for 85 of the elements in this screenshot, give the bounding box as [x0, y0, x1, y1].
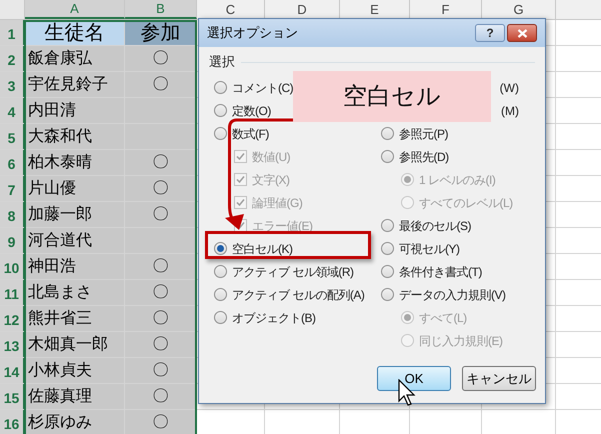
option-label[interactable]: 可視セル(Y): [399, 240, 460, 258]
row-header[interactable]: 10: [0, 254, 25, 279]
table-cell: 熊井省三: [25, 306, 125, 331]
row-header[interactable]: 1: [0, 20, 25, 45]
option-label[interactable]: 条件付き書式(T): [399, 262, 482, 280]
table-cell: 〇: [125, 280, 197, 305]
radio-button[interactable]: [381, 150, 394, 163]
row-header[interactable]: 4: [0, 98, 25, 123]
table-cell: 〇: [125, 410, 197, 434]
ok-button[interactable]: OK: [377, 366, 451, 391]
column-header[interactable]: B: [125, 0, 197, 19]
table-cell: 内田清: [25, 98, 125, 123]
option-label[interactable]: オブジェクト(B): [232, 308, 316, 326]
check-icon: [236, 152, 245, 161]
option-label[interactable]: 参照元(P): [399, 124, 448, 142]
row-header[interactable]: 8: [0, 202, 25, 227]
option-label[interactable]: 最後のセル(S): [399, 216, 471, 234]
row-header[interactable]: 12: [0, 306, 25, 331]
table-cell: 杉原ゆみ: [25, 410, 125, 434]
table-cell: 〇: [125, 254, 197, 279]
table-cell: 小林貞夫: [25, 358, 125, 383]
row-header[interactable]: 11: [0, 280, 25, 305]
row-header[interactable]: 13: [0, 332, 25, 357]
option-label[interactable]: アクティブ セル領域(R): [232, 262, 354, 280]
help-button[interactable]: ?: [475, 24, 505, 42]
radio-button[interactable]: [214, 242, 227, 255]
radio-button[interactable]: [381, 219, 394, 232]
radio-button[interactable]: [381, 242, 394, 255]
table-cell: 飯倉康弘: [25, 46, 125, 71]
table-cell: 〇: [125, 384, 197, 409]
radio-button[interactable]: [214, 288, 227, 301]
option-label[interactable]: 空白セル(K): [232, 240, 292, 258]
table-cell: 大森和代: [25, 124, 125, 149]
option-label[interactable]: アクティブ セルの配列(A): [232, 286, 364, 304]
table-cell: 柏木泰晴: [25, 150, 125, 175]
row-header[interactable]: 14: [0, 358, 25, 383]
radio-button[interactable]: [381, 127, 394, 140]
table-cell: 生徒名: [25, 20, 125, 45]
row-header[interactable]: 16: [0, 410, 25, 434]
option-label[interactable]: コメント(C): [232, 78, 294, 96]
radio-button[interactable]: [214, 127, 227, 140]
radio-button[interactable]: [381, 265, 394, 278]
window-title: 選択オプション: [207, 24, 299, 42]
table-cell: 河合道代: [25, 228, 125, 253]
check-icon: [236, 175, 245, 184]
radio-button[interactable]: [214, 104, 227, 117]
row-header[interactable]: 15: [0, 384, 25, 409]
row-header[interactable]: 3: [0, 72, 25, 97]
radio-button[interactable]: [381, 288, 394, 301]
table-cell: 〇: [125, 332, 197, 357]
close-icon: [516, 28, 528, 38]
table-cell: 北島まさ: [25, 280, 125, 305]
option-label[interactable]: 参照先(D): [399, 148, 449, 166]
table-cell: 〇: [125, 176, 197, 201]
option-label: (W): [500, 80, 519, 96]
option-label: (M): [501, 102, 519, 120]
table-cell: 神田浩: [25, 254, 125, 279]
table-cell: 木畑真一郎: [25, 332, 125, 357]
cancel-button[interactable]: キャンセル: [462, 366, 536, 391]
table-cell: 〇: [125, 306, 197, 331]
callout-text: 空白セル: [343, 82, 441, 112]
table-cell: 片山優: [25, 176, 125, 201]
radio-button[interactable]: [214, 265, 227, 278]
option-label[interactable]: 数式(F): [232, 124, 269, 142]
table-cell: 宇佐見鈴子: [25, 72, 125, 97]
table-cell: 〇: [125, 202, 197, 227]
column-header[interactable]: A: [25, 0, 125, 19]
table-cell: 〇: [125, 46, 197, 71]
table-cell: 〇: [125, 72, 197, 97]
row-header[interactable]: 9: [0, 228, 25, 253]
check-icon: [236, 198, 245, 207]
table-cell: 〇: [125, 150, 197, 175]
radio-button[interactable]: [214, 311, 227, 324]
group-label: 選択: [209, 53, 235, 72]
option-label[interactable]: 定数(O): [232, 102, 271, 120]
close-button[interactable]: [507, 24, 537, 42]
table-cell: 佐藤真理: [25, 384, 125, 409]
row-header[interactable]: 2: [0, 46, 25, 71]
row-header[interactable]: 7: [0, 176, 25, 201]
row-header[interactable]: 5: [0, 124, 25, 149]
radio-button[interactable]: [214, 81, 227, 94]
table-cell: 加藤一郎: [25, 202, 125, 227]
table-cell: 〇: [125, 358, 197, 383]
row-header[interactable]: 6: [0, 150, 25, 175]
option-label[interactable]: データの入力規則(V): [399, 286, 506, 304]
